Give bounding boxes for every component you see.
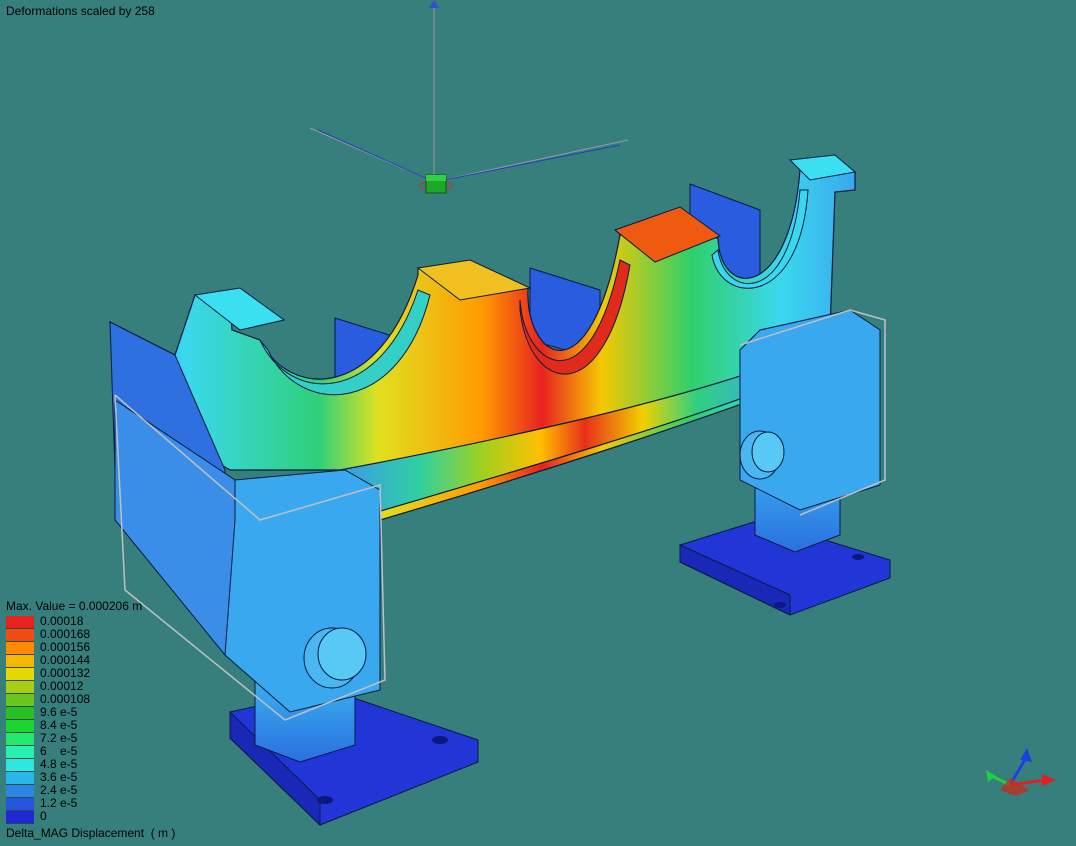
legend-swatch bbox=[6, 759, 34, 772]
legend-row: 4.8 e-5 bbox=[6, 758, 166, 772]
legend-value: 0 bbox=[40, 809, 47, 823]
legend-swatch bbox=[6, 642, 34, 655]
result-type-label: Delta_MAG Displacement ( m ) bbox=[6, 826, 176, 840]
legend-swatch bbox=[6, 707, 34, 720]
legend-row: 9.6 e-5 bbox=[6, 706, 166, 720]
legend-row: 2.4 e-5 bbox=[6, 784, 166, 798]
legend-row: 7.2 e-5 bbox=[6, 732, 166, 746]
legend-row: 1.2 e-5 bbox=[6, 797, 166, 811]
legend-row: 0.000108 bbox=[6, 693, 166, 707]
legend-swatch bbox=[6, 668, 34, 681]
legend-swatch bbox=[6, 694, 34, 707]
legend-swatch bbox=[6, 746, 34, 759]
max-value-label: Max. Value = 0.000206 m bbox=[6, 599, 143, 613]
legend-swatch bbox=[6, 681, 34, 694]
color-legend: 0.00018 0.000168 0.000156 0.000144 0.000132 0… bbox=[6, 615, 166, 824]
legend-swatch bbox=[6, 720, 34, 733]
legend-row: 0.000132 bbox=[6, 667, 166, 681]
legend-swatch bbox=[6, 655, 34, 668]
legend-swatch bbox=[6, 629, 34, 642]
coordinate-system-marker bbox=[309, 0, 629, 194]
legend-row: 3.6 e-5 bbox=[6, 771, 166, 785]
legend-row: 6 e-5 bbox=[6, 745, 166, 759]
legend-swatch bbox=[6, 811, 34, 824]
legend-row: 8.4 e-5 bbox=[6, 719, 166, 733]
legend-swatch bbox=[6, 785, 34, 798]
legend-swatch bbox=[6, 733, 34, 746]
legend-swatch bbox=[6, 798, 34, 811]
axis-triad bbox=[986, 748, 1056, 796]
legend-swatch bbox=[6, 772, 34, 785]
deformation-scale-label: Deformations scaled by 258 bbox=[6, 4, 155, 18]
legend-row: 0 bbox=[6, 809, 166, 824]
legend-swatch bbox=[6, 616, 34, 629]
